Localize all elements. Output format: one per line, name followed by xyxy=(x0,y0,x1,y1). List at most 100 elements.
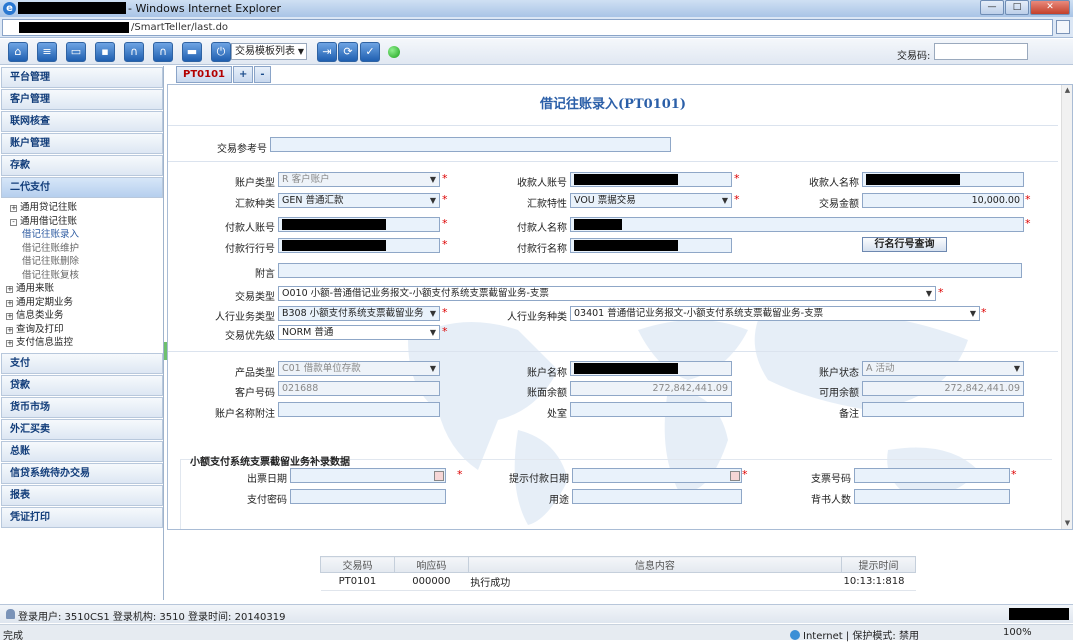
remit-attr-select[interactable]: VOU 票据交易 ▼ xyxy=(570,193,732,208)
acct-name-note-input[interactable] xyxy=(278,402,440,417)
note-input[interactable] xyxy=(862,402,1024,417)
sidebar-item-loan[interactable]: 贷款 xyxy=(1,374,163,396)
payee-acct-input[interactable] xyxy=(570,172,732,187)
sidebar-item-payment[interactable]: 支付 xyxy=(1,352,163,374)
tx-type-select[interactable]: O010 小额-普通借记业务报文-小额支付系统支票截留业务-支票 ▼ xyxy=(278,286,936,301)
tree-leaf[interactable]: 借记往账删除 xyxy=(6,255,163,269)
tab-pt0101[interactable]: PT0101 xyxy=(176,66,232,83)
support-icon[interactable]: ∩ xyxy=(153,42,173,62)
table-row[interactable]: PT0101 000000 执行成功 10:13:1:818 xyxy=(320,572,916,591)
tree-node[interactable]: + 查询及打印 xyxy=(6,323,163,337)
acct-name-note-label: 账户名称附注 xyxy=(215,409,275,420)
minimize-button[interactable]: — xyxy=(980,0,1004,15)
location-input[interactable] xyxy=(570,402,732,417)
sidebar-item-verify[interactable]: 联网核查 xyxy=(1,111,163,132)
pbc-biz-type-select[interactable]: B308 小额支付系统支票截留业务 ▼ xyxy=(278,306,440,321)
calendar-icon[interactable] xyxy=(730,471,740,481)
form-title: 借记往账录入(PT0101) xyxy=(540,97,686,112)
tree-node[interactable]: + 通用贷记往账 xyxy=(6,201,163,215)
cheque-no-input[interactable] xyxy=(854,468,1010,483)
bank-query-button[interactable]: 行名行号查询 xyxy=(862,237,947,252)
acct-name-input[interactable] xyxy=(570,361,732,376)
list-icon[interactable]: ≡ xyxy=(37,42,57,62)
vertical-scrollbar[interactable]: ▲ ▼ xyxy=(1061,85,1072,529)
sidebar-item-ledger[interactable]: 总账 xyxy=(1,440,163,462)
book-balance-input[interactable]: 272,842,441.09 xyxy=(570,381,732,396)
scroll-down-icon[interactable]: ▼ xyxy=(1063,519,1072,528)
payer-acct-input[interactable] xyxy=(278,217,440,232)
tab-bar: PT0101 + - xyxy=(176,66,271,83)
refresh-icon[interactable]: ⟳ xyxy=(338,42,358,62)
calendar-icon[interactable] xyxy=(434,471,444,481)
tree-node[interactable]: + 通用来账 xyxy=(6,282,163,296)
message-table: 交易码 响应码 信息内容 提示时间 PT0101 000000 执行成功 10:… xyxy=(320,556,917,591)
acct-status-select[interactable]: A 活动 ▼ xyxy=(862,361,1024,376)
tree-leaf[interactable]: 借记往账录入 xyxy=(6,228,163,242)
save-icon[interactable]: ▪ xyxy=(95,42,115,62)
add-tab-button[interactable]: + xyxy=(232,66,254,83)
product-type-select[interactable]: C01 借款单位存款 ▼ xyxy=(278,361,440,376)
tree-node[interactable]: + 信息类业务 xyxy=(6,309,163,323)
expand-icon[interactable]: + xyxy=(6,299,13,307)
expand-icon[interactable]: + xyxy=(10,205,17,212)
home-icon[interactable]: ⌂ xyxy=(8,42,28,62)
tree-leaf[interactable]: 借记往账维护 xyxy=(6,242,163,256)
power-icon[interactable]: ⏻ xyxy=(211,42,231,62)
headset-icon[interactable]: ∩ xyxy=(124,42,144,62)
payer-bank-input[interactable] xyxy=(278,238,440,253)
remove-tab-button[interactable]: - xyxy=(254,66,271,83)
folder-icon[interactable]: ▭ xyxy=(66,42,86,62)
collapse-icon[interactable]: - xyxy=(10,218,17,226)
payer-name-input[interactable] xyxy=(570,217,1024,232)
purpose-input[interactable] xyxy=(572,489,742,504)
tree-node[interactable]: - 通用借记往账 xyxy=(6,215,163,229)
issue-date-input[interactable] xyxy=(290,468,446,483)
close-button[interactable]: ✕ xyxy=(1030,0,1070,15)
chevron-down-icon: ▼ xyxy=(925,289,932,298)
sidebar-item-account[interactable]: 账户管理 xyxy=(1,133,163,154)
scroll-up-icon[interactable]: ▲ xyxy=(1063,86,1072,95)
remark-input[interactable] xyxy=(278,263,1022,278)
pay-pwd-input[interactable] xyxy=(290,489,446,504)
sidebar-item-money-market[interactable]: 货币市场 xyxy=(1,396,163,418)
export-icon[interactable]: ⇥ xyxy=(317,42,337,62)
tree-leaf[interactable]: 借记往账复核 xyxy=(6,269,163,283)
cust-no-input[interactable]: 021688 xyxy=(278,381,440,396)
page-icon[interactable] xyxy=(1056,20,1070,34)
sidebar-item-fx[interactable]: 外汇买卖 xyxy=(1,418,163,440)
avail-balance-input[interactable]: 272,842,441.09 xyxy=(862,381,1024,396)
maximize-button[interactable]: □ xyxy=(1005,0,1029,15)
sidebar-item-customer[interactable]: 客户管理 xyxy=(1,89,163,110)
remit-type-select[interactable]: GEN 普通汇款 ▼ xyxy=(278,193,440,208)
ref-input[interactable] xyxy=(270,137,671,152)
sidebar-item-credit-todo[interactable]: 信贷系统待办交易 xyxy=(1,462,163,484)
pbc-biz-kind-select[interactable]: 03401 普通借记业务报文-小额支付系统支票截留业务-支票 ▼ xyxy=(570,306,980,321)
chevron-down-icon: ▼ xyxy=(429,196,436,205)
expand-icon[interactable]: + xyxy=(6,286,13,293)
sidebar-item-deposit[interactable]: 存款 xyxy=(1,155,163,176)
zoom-level[interactable]: 100% xyxy=(1003,627,1032,638)
payer-bank-name-input[interactable] xyxy=(570,238,732,253)
expand-icon[interactable]: + xyxy=(6,313,13,320)
check-icon[interactable]: ✓ xyxy=(360,42,380,62)
priority-select[interactable]: NORM 普通 ▼ xyxy=(278,325,440,340)
sidebar-item-reports[interactable]: 报表 xyxy=(1,484,163,506)
address-input[interactable]: /SmartTeller/last.do xyxy=(2,19,1053,36)
endorse-input[interactable] xyxy=(854,489,1010,504)
template-list-select[interactable]: 交易模板列表 ▼ xyxy=(231,43,307,60)
payee-name-input[interactable] xyxy=(862,172,1024,187)
tree-node[interactable]: + 支付信息监控 xyxy=(6,336,163,350)
expand-icon[interactable]: + xyxy=(6,340,13,347)
required-mark: * xyxy=(742,468,748,481)
sidebar-item-cnaps2[interactable]: 二代支付 xyxy=(1,177,163,198)
expand-icon[interactable]: + xyxy=(6,326,13,334)
pbc-biz-type-value: B308 小额支付系统支票截留业务 xyxy=(282,308,424,319)
amount-input[interactable]: 10,000.00 xyxy=(862,193,1024,208)
sidebar-item-voucher-print[interactable]: 凭证打印 xyxy=(1,506,163,528)
tree-node[interactable]: + 通用定期业务 xyxy=(6,296,163,310)
delete-icon[interactable]: ▬ xyxy=(182,42,202,62)
pay-date-input[interactable] xyxy=(572,468,742,483)
tx-code-input[interactable] xyxy=(934,43,1028,60)
account-type-select[interactable]: R 客户账户 ▼ xyxy=(278,172,440,187)
sidebar-item-platform[interactable]: 平台管理 xyxy=(1,67,163,88)
